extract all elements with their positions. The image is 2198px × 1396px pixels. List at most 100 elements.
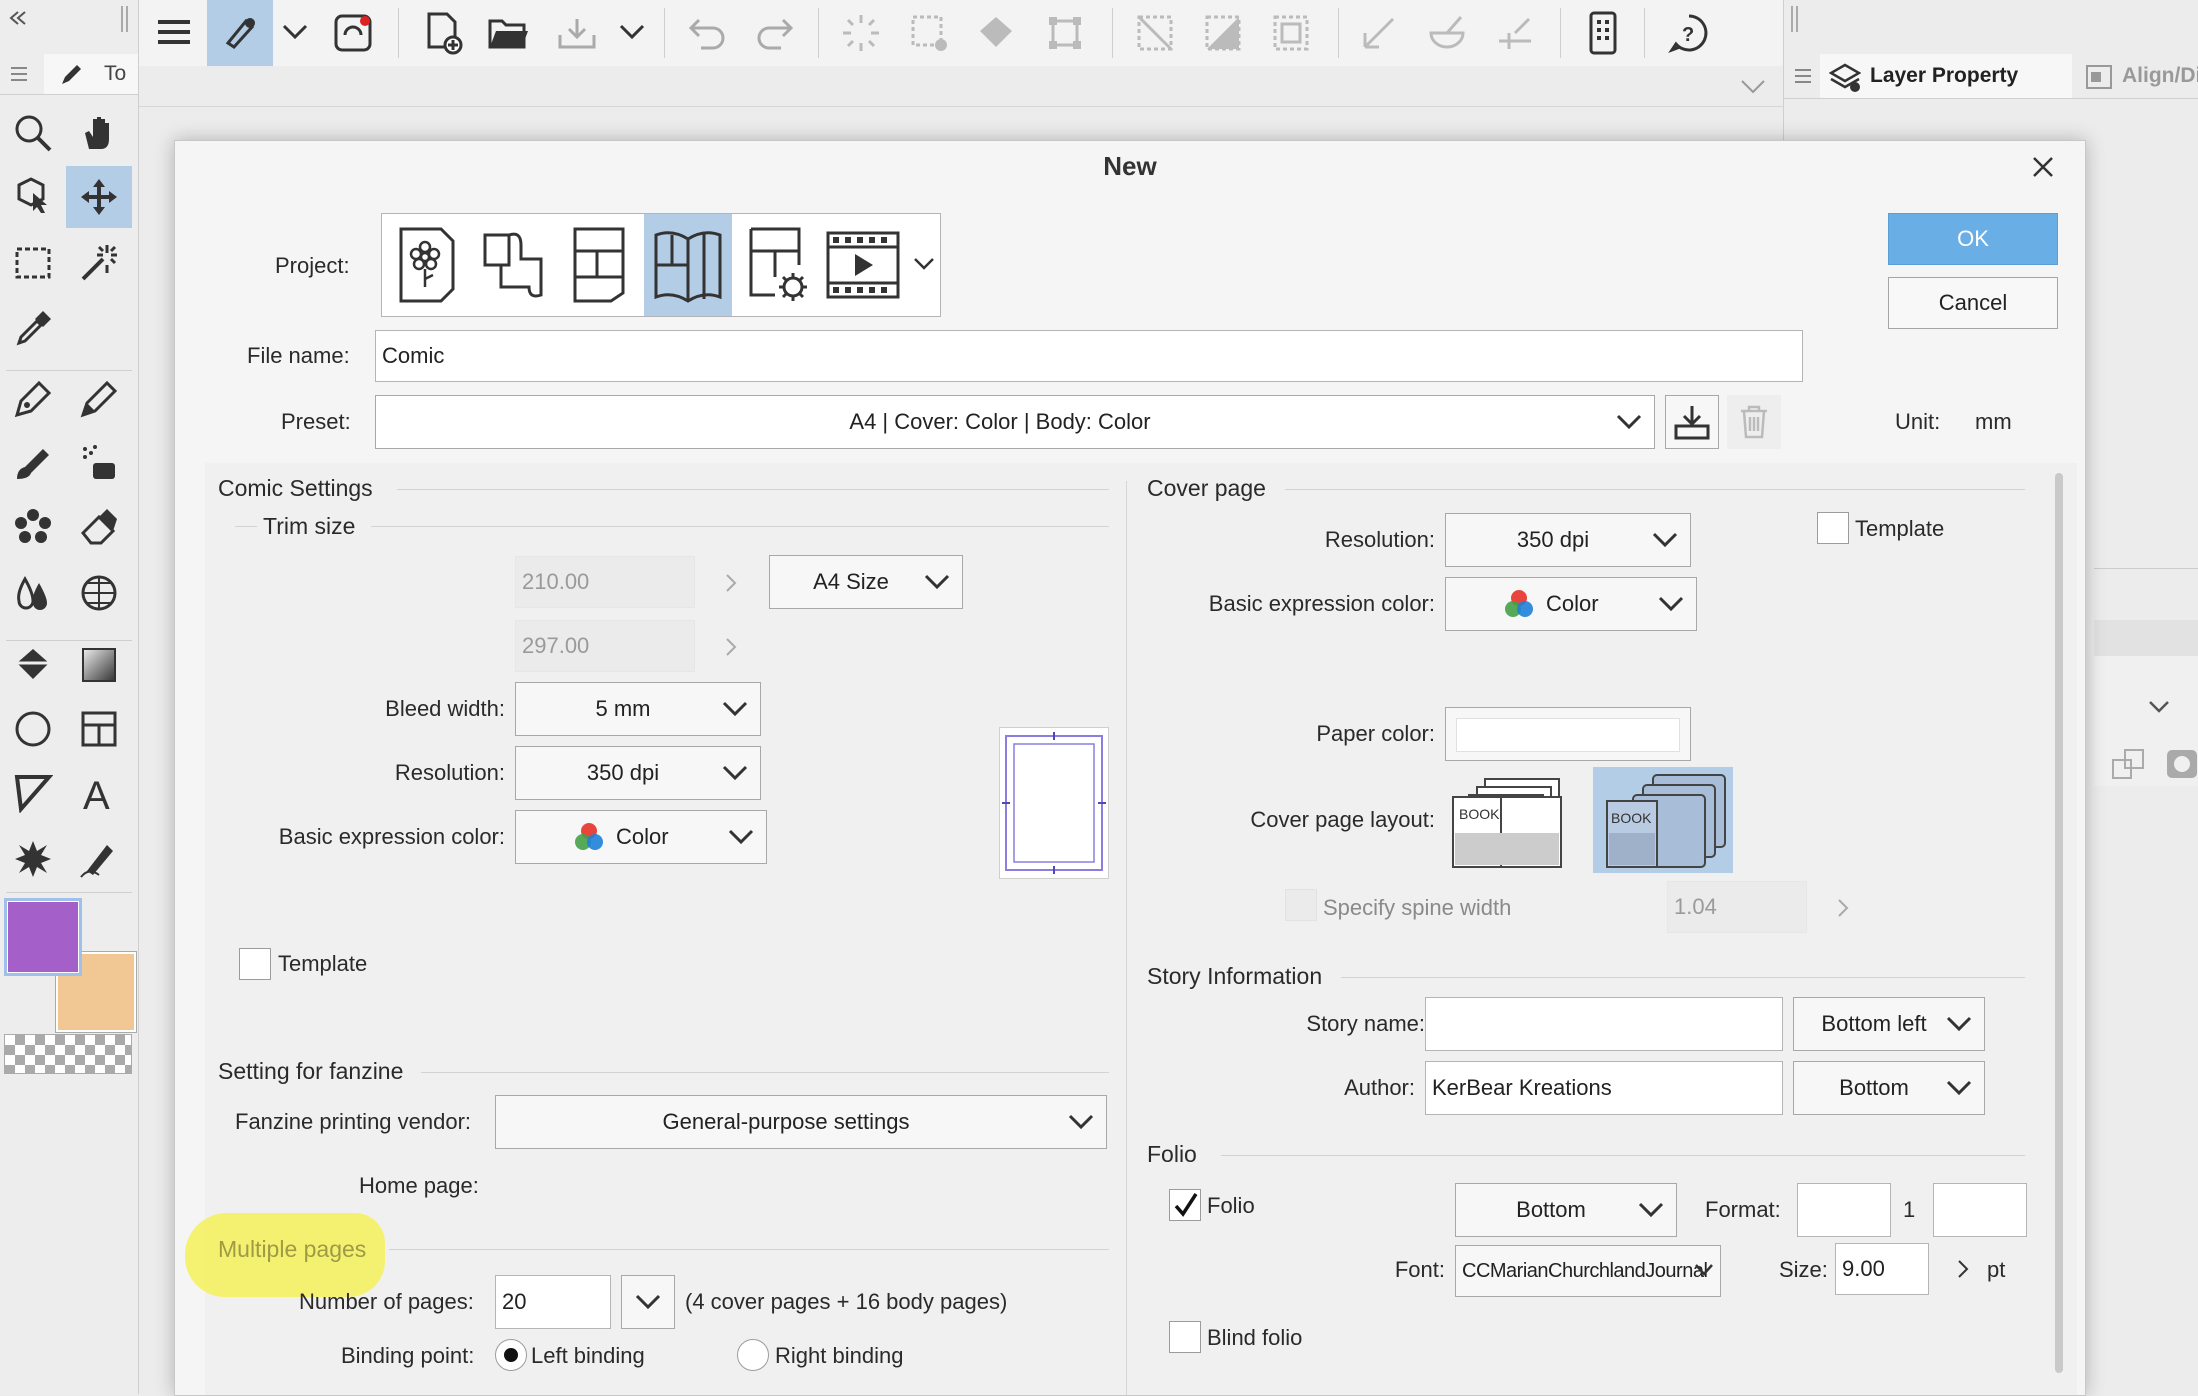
transform-icon[interactable] [1042,10,1088,56]
burst-icon[interactable] [10,836,56,882]
brush-icon[interactable] [10,440,56,486]
ruler-icon[interactable] [1356,10,1402,56]
frame-border-icon[interactable] [76,706,122,752]
loading-icon[interactable] [838,10,884,56]
chevron-down-icon[interactable] [910,244,938,284]
ok-button[interactable]: OK [1888,213,2058,265]
paper-color-picker[interactable] [1445,707,1691,761]
fill-icon[interactable] [974,10,1020,56]
zoom-icon[interactable] [10,110,56,156]
project-webtoon-icon[interactable] [472,218,554,312]
grip-icon[interactable] [1790,4,1800,34]
pencil-icon[interactable] [76,376,122,422]
blind-folio-checkbox[interactable] [1169,1321,1201,1353]
chevron-down-icon[interactable] [1738,72,1768,102]
left-binding-radio[interactable] [495,1339,527,1371]
chevron-down-icon[interactable] [280,14,310,50]
tool-tab[interactable]: To [44,54,138,94]
guide-icon[interactable] [1492,10,1538,56]
cover-layout-separate[interactable]: BOOK [1445,767,1575,871]
correct-line-icon[interactable] [76,836,122,882]
story-name-input[interactable] [1425,997,1783,1051]
basic-expression-color-dropdown[interactable]: Color [515,810,767,864]
chevron-right-icon[interactable] [1837,898,1849,918]
height-input[interactable]: 297.00 [515,620,695,672]
size-input[interactable]: 9.00 [1835,1243,1929,1295]
airbrush-icon[interactable] [76,440,122,486]
text-icon[interactable]: A [76,770,122,816]
mask-icon[interactable] [2162,746,2198,782]
cancel-button[interactable]: Cancel [1888,277,2058,329]
crop-icon[interactable] [1268,10,1314,56]
folio-checkbox[interactable] [1169,1189,1201,1221]
invert-selection-icon[interactable] [1200,10,1246,56]
redo-icon[interactable] [752,10,798,56]
width-input[interactable]: 210.00 [515,556,695,608]
chevron-down-icon[interactable] [2144,692,2174,722]
balloon-icon[interactable] [10,770,56,816]
eyedropper-icon[interactable] [10,306,56,352]
cover-layout-spread[interactable]: BOOK [1593,767,1733,873]
open-folder-icon[interactable] [486,10,532,56]
cloud-sync-icon[interactable] [330,10,376,56]
undo-icon[interactable] [684,10,730,56]
chevron-right-icon[interactable] [1957,1259,1969,1279]
tab-align[interactable]: Align/Dist [2074,54,2198,98]
author-position-dropdown[interactable]: Bottom [1793,1061,1985,1115]
bleed-width-dropdown[interactable]: 5 mm [515,682,761,736]
delete-preset-button[interactable] [1727,395,1781,449]
marquee-icon[interactable] [10,240,56,286]
collapse-icon[interactable] [8,6,28,30]
project-animation-icon[interactable] [822,218,904,312]
menu-icon[interactable] [8,64,30,84]
object-select-icon[interactable] [10,172,56,218]
close-icon[interactable] [2025,149,2061,185]
preset-dropdown[interactable]: A4 | Cover: Color | Body: Color [375,395,1655,449]
project-custom-icon[interactable] [736,218,818,312]
resolution-dropdown[interactable]: 350 dpi [515,746,761,800]
font-dropdown[interactable]: CCMarianChurchlandJournal [1455,1245,1721,1297]
help-icon[interactable]: ? [1664,8,1714,58]
eraser-icon[interactable] [76,504,122,550]
format-suffix-input[interactable] [1933,1183,2027,1237]
format-prefix-input[interactable] [1797,1183,1891,1237]
fanzine-vendor-dropdown[interactable]: General-purpose settings [495,1095,1107,1149]
grip-icon[interactable] [120,4,130,34]
edit-tool-icon[interactable] [207,0,273,66]
cover-template-checkbox[interactable] [1817,512,1849,544]
project-comic-page-icon[interactable] [558,218,640,312]
chevron-right-icon[interactable] [725,637,737,657]
story-name-position-dropdown[interactable]: Bottom left [1793,997,1985,1051]
menu-icon[interactable] [1792,66,1814,86]
specify-spine-checkbox[interactable] [1285,889,1317,921]
chevron-right-icon[interactable] [725,573,737,593]
author-input[interactable]: KerBear Kreations [1425,1061,1783,1115]
number-of-pages-input[interactable]: 20 [495,1275,611,1329]
scrollbar-thumb[interactable] [2055,473,2063,1373]
deselect-icon[interactable] [1132,10,1178,56]
size-preset-dropdown[interactable]: A4 Size [769,555,963,609]
scrollbar[interactable] [2047,463,2077,1395]
paint-bucket-icon[interactable] [10,642,56,688]
project-comic-book-icon[interactable] [644,214,732,316]
save-icon[interactable] [554,10,600,56]
move-icon[interactable] [66,166,132,228]
magic-wand-icon[interactable] [76,240,122,286]
convert-icon[interactable] [2108,746,2148,782]
spine-width-input[interactable]: 1.04 [1667,881,1807,933]
tab-layer-property[interactable]: Layer Property [1820,54,2072,98]
companion-device-icon[interactable] [1580,8,1626,58]
register-preset-button[interactable] [1665,395,1719,449]
main-color-swatch[interactable] [4,898,82,976]
selection-icon[interactable] [906,10,952,56]
pen-tool-icon[interactable] [10,376,56,422]
file-name-input[interactable]: Comic [375,330,1803,382]
cover-resolution-dropdown[interactable]: 350 dpi [1445,513,1691,567]
fill-tool-icon[interactable] [76,570,122,616]
project-illustration-icon[interactable] [386,218,468,312]
shape-icon[interactable] [10,706,56,752]
cover-basic-color-dropdown[interactable]: Color [1445,577,1697,631]
new-file-icon[interactable] [420,10,466,56]
chevron-down-icon[interactable] [617,14,647,50]
folio-position-dropdown[interactable]: Bottom [1455,1183,1677,1237]
